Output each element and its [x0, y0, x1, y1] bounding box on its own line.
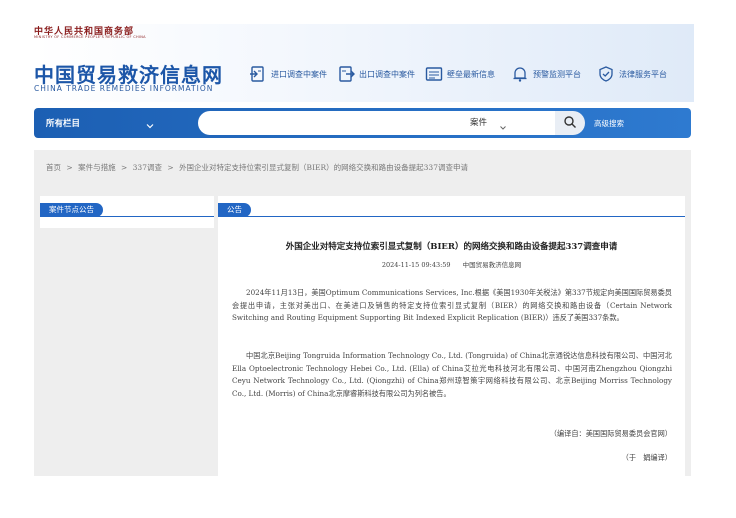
article-source: 中国贸易救济信息网	[462, 261, 522, 269]
site-header: 中华人民共和国商务部 MINISTRY OF COMMERCE PEOPLE'S…	[34, 24, 694, 102]
nav-label: 出口调查中案件	[359, 69, 415, 79]
article-meta: 2024-11-15 09:43:59 中国贸易救济信息网	[218, 259, 685, 269]
export-case-icon	[336, 64, 356, 84]
ministry-name-en: MINISTRY OF COMMERCE PEOPLE'S REPUBLIC O…	[34, 35, 146, 39]
header-nav: 进口调查中案件 出口调查中案件 壁垒最新信息 预警监测平台 法律服务平台	[248, 64, 676, 84]
breadcrumb-current: 外国企业对特定支持位索引显式复制（BIER）的网络交换和路由设备提起337调查申…	[179, 163, 468, 172]
article-translator-note: （于 娟编译）	[621, 453, 672, 462]
breadcrumb-separator: >	[66, 163, 73, 172]
article-tab-notice: 公告	[218, 203, 251, 217]
breadcrumb-cases[interactable]: 案件与措施	[78, 163, 116, 172]
article-date: 2024-11-15 09:43:59	[381, 261, 451, 269]
advanced-search-link[interactable]: 高级搜索	[594, 118, 624, 129]
search-type-select[interactable]: 案件	[470, 116, 487, 128]
sidebar-tab-case-notices[interactable]: 案件节点公告	[40, 203, 103, 217]
all-columns-dropdown[interactable]: 所有栏目	[46, 117, 80, 129]
breadcrumb-separator: >	[120, 163, 128, 172]
breadcrumb: 首页 > 案件与措施 > 337调查 > 外国企业对特定支持位索引显式复制（BI…	[46, 162, 471, 173]
chevron-down-icon[interactable]	[498, 118, 508, 130]
nav-import-cases[interactable]: 进口调查中案件	[248, 64, 327, 84]
site-subtitle: CHINA TRADE REMEDIES INFORMATION	[34, 84, 214, 93]
divider	[40, 216, 214, 217]
article-paragraph: 2024年11月13日，美国Optimum Communications Ser…	[232, 288, 672, 322]
nav-label: 预警监测平台	[533, 69, 581, 79]
breadcrumb-home[interactable]: 首页	[46, 163, 61, 172]
nav-barrier-news[interactable]: 壁垒最新信息	[424, 64, 495, 84]
breadcrumb-bar: 首页 > 案件与措施 > 337调查 > 外国企业对特定支持位索引显式复制（BI…	[34, 150, 691, 186]
search-button[interactable]	[555, 111, 585, 135]
import-case-icon	[248, 64, 268, 84]
article-source-note: （编译自：美国国际贸易委员会官网）	[549, 429, 672, 438]
nav-warning-platform[interactable]: 预警监测平台	[510, 64, 581, 84]
nav-export-cases[interactable]: 出口调查中案件	[336, 64, 415, 84]
search-icon	[563, 114, 577, 133]
article-title: 外国企业对特定支持位索引显式复制（BIER）的网络交换和路由设备提起337调查申…	[285, 242, 618, 252]
nav-label: 进口调查中案件	[271, 69, 327, 79]
divider	[218, 216, 685, 217]
search-input[interactable]	[208, 115, 458, 131]
shield-check-icon	[596, 64, 616, 84]
breadcrumb-337[interactable]: 337调查	[133, 163, 162, 172]
barrier-news-icon	[424, 64, 444, 84]
nav-label: 法律服务平台	[619, 69, 667, 79]
article-paragraph: 中国北京Beijing Tongruida Information Techno…	[232, 351, 672, 398]
search-bar: 所有栏目 案件 高级搜索	[34, 108, 691, 138]
nav-legal-platform[interactable]: 法律服务平台	[596, 64, 667, 84]
breadcrumb-separator: >	[167, 163, 174, 172]
nav-label: 壁垒最新信息	[447, 69, 495, 79]
chevron-down-icon[interactable]	[144, 117, 156, 129]
search-box: 案件	[198, 111, 555, 135]
page: 中华人民共和国商务部 MINISTRY OF COMMERCE PEOPLE'S…	[0, 0, 736, 518]
bell-icon	[510, 64, 530, 84]
